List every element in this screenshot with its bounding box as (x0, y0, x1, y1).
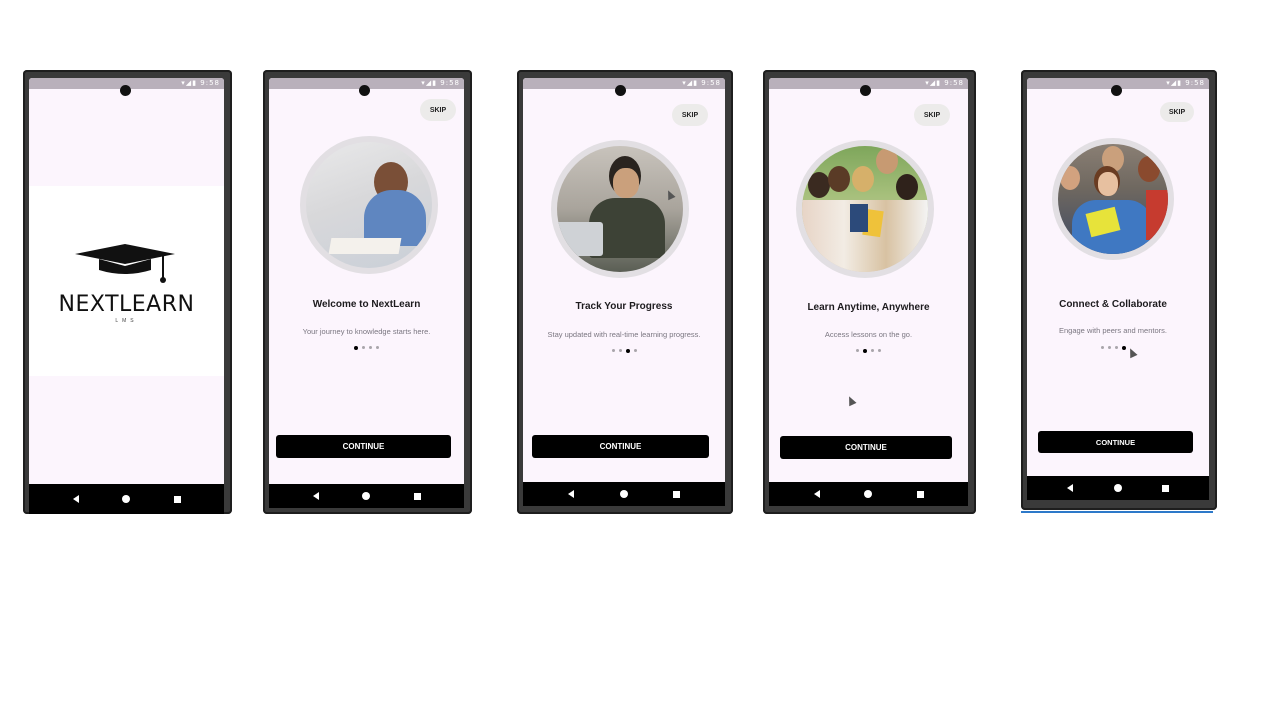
phone-onboarding-3: ▾◢▮ 9:58 SKIP Learn Anytime, Anywhere Ac… (763, 70, 976, 514)
phone-splash: ▾◢▮ 9:58 NEXTLEARN LMS (23, 70, 232, 514)
hero-image-ring (300, 136, 438, 274)
continue-button[interactable]: CONTINUE (532, 435, 709, 458)
hero-image-ring (796, 140, 934, 278)
hero-image (1058, 144, 1168, 254)
continue-button[interactable]: CONTINUE (1038, 431, 1193, 453)
page-dot (878, 349, 881, 352)
system-nav-bar (269, 484, 464, 508)
selection-underline (1021, 511, 1213, 513)
onboarding-title: Welcome to NextLearn (312, 299, 421, 310)
page-dot (1114, 346, 1118, 349)
recents-nav-icon[interactable] (916, 490, 924, 498)
home-nav-icon[interactable] (362, 492, 370, 500)
status-icons: ▾◢▮ 9:58 (1166, 79, 1205, 87)
back-nav-icon[interactable] (568, 490, 575, 498)
home-nav-icon[interactable] (619, 490, 628, 498)
page-dot (611, 349, 615, 352)
hero-image-ring (551, 140, 689, 278)
home-nav-icon[interactable] (122, 495, 130, 503)
page-indicator (523, 348, 725, 353)
page-dot (863, 348, 867, 353)
status-icons: ▾◢▮ 9:58 (421, 79, 460, 87)
status-icons: ▾◢▮ 9:58 (181, 79, 220, 87)
back-nav-icon[interactable] (72, 495, 79, 503)
phone-onboarding-2: ▾◢▮ 9:58 SKIP Track Your Progress Stay u… (517, 70, 733, 514)
page-indicator (269, 345, 464, 350)
hero-image (802, 146, 928, 272)
recents-nav-icon[interactable] (173, 495, 181, 503)
page-dot (369, 346, 372, 349)
continue-button[interactable]: CONTINUE (276, 435, 451, 458)
brand-subtitle: LMS (115, 318, 138, 324)
skip-button[interactable]: SKIP (914, 104, 950, 126)
onboarding-subtitle: Engage with peers and mentors. (1059, 326, 1167, 335)
continue-button[interactable]: CONTINUE (780, 436, 952, 459)
camera-icon (359, 85, 370, 96)
onboarding-screen-3: ▾◢▮ 9:58 SKIP Learn Anytime, Anywhere Ac… (769, 78, 968, 482)
page-dot (362, 346, 365, 349)
page-dot (1100, 346, 1104, 349)
onboarding-title: Learn Anytime, Anywhere (807, 302, 930, 313)
page-dot (1107, 346, 1111, 349)
camera-icon (1111, 85, 1122, 96)
system-nav-bar (29, 484, 224, 514)
camera-icon (860, 85, 871, 96)
page-dot (354, 345, 358, 350)
recents-nav-icon[interactable] (413, 492, 421, 500)
recents-nav-icon[interactable] (1161, 484, 1169, 492)
page-dot (856, 349, 859, 352)
page-dot (625, 348, 630, 353)
back-nav-icon[interactable] (1067, 484, 1074, 492)
status-icons: ▾◢▮ 9:58 (925, 79, 964, 87)
phone-onboarding-1: ▾◢▮ 9:58 SKIP Welcome to NextLearn Your … (263, 70, 472, 514)
back-nav-icon[interactable] (813, 490, 820, 498)
onboarding-screen-1: ▾◢▮ 9:58 SKIP Welcome to NextLearn Your … (269, 78, 464, 484)
skip-button[interactable]: SKIP (1160, 102, 1194, 122)
system-nav-bar (523, 482, 725, 506)
recents-nav-icon[interactable] (672, 490, 680, 498)
onboarding-subtitle: Your journey to knowledge starts here. (302, 327, 431, 336)
mouse-cursor-icon (845, 394, 857, 407)
graduation-cap-icon (75, 244, 175, 283)
onboarding-screen-4: ▾◢▮ 9:58 SKIP Connect & Collaborate Enga… (1027, 78, 1209, 476)
onboarding-screen-2: ▾◢▮ 9:58 SKIP Track Your Progress Stay u… (523, 78, 725, 482)
back-nav-icon[interactable] (312, 492, 319, 500)
skip-button[interactable]: SKIP (420, 99, 456, 121)
status-icons: ▾◢▮ 9:58 (682, 79, 721, 87)
phone-onboarding-4: ▾◢▮ 9:58 SKIP Connect & Collaborate Enga… (1021, 70, 1217, 510)
camera-icon (615, 85, 626, 96)
hero-image (557, 146, 683, 272)
camera-icon (120, 85, 131, 96)
system-nav-bar (769, 482, 968, 506)
home-nav-icon[interactable] (1113, 484, 1122, 492)
onboarding-subtitle: Stay updated with real-time learning pro… (547, 330, 701, 339)
page-dot (633, 349, 637, 352)
page-indicator (769, 348, 968, 353)
hero-image (306, 142, 432, 268)
home-nav-icon[interactable] (864, 490, 872, 498)
hero-image-ring (1052, 138, 1174, 260)
splash-screen: ▾◢▮ 9:58 NEXTLEARN LMS (29, 78, 224, 492)
brand-name: NEXTLEARN (58, 292, 195, 317)
skip-button[interactable]: SKIP (672, 104, 708, 126)
page-dot (618, 349, 622, 352)
page-dot (376, 346, 379, 349)
onboarding-title: Connect & Collaborate (1059, 299, 1167, 310)
page-dot (1121, 345, 1126, 350)
onboarding-title: Track Your Progress (575, 301, 673, 312)
system-nav-bar (1027, 476, 1209, 500)
splash-logo-area: NEXTLEARN LMS (29, 186, 224, 376)
onboarding-subtitle: Access lessons on the go. (824, 330, 913, 339)
page-dot (871, 349, 874, 352)
page-indicator (1027, 345, 1209, 350)
